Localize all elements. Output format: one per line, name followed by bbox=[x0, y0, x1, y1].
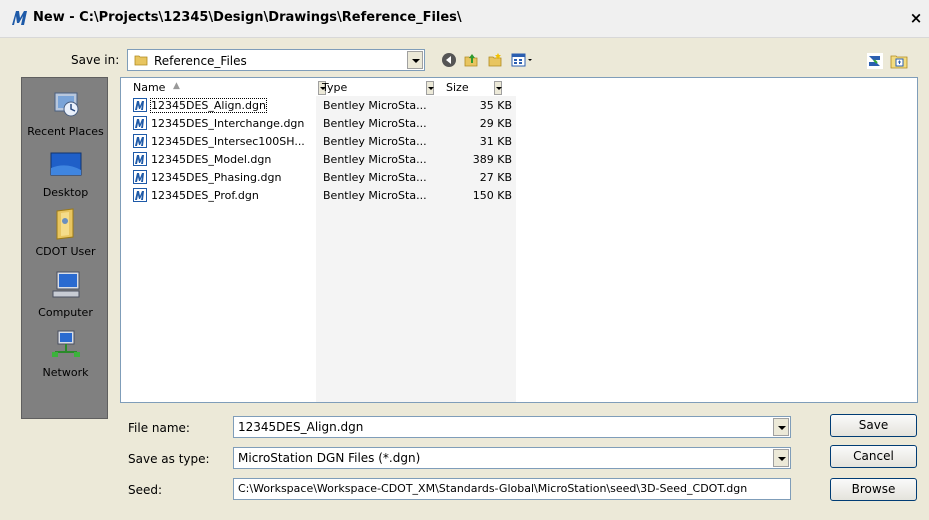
back-icon[interactable] bbox=[441, 52, 457, 68]
file-name: 12345DES_Phasing.dgn bbox=[151, 171, 282, 184]
computer-icon bbox=[52, 271, 79, 298]
file-name-value: 12345DES_Align.dgn bbox=[238, 420, 364, 434]
save-as-type-value: MicroStation DGN Files (*.dgn) bbox=[238, 451, 421, 465]
close-button[interactable]: × bbox=[907, 8, 925, 28]
desktop-icon bbox=[50, 152, 81, 176]
folder-icon bbox=[134, 55, 148, 66]
save-dialog: Save in: Reference_Files Recent Places D… bbox=[0, 38, 929, 520]
microstation-file-icon bbox=[133, 98, 147, 112]
place-label: Network bbox=[42, 366, 89, 379]
file-name: 12345DES_Intersec100SH... bbox=[151, 135, 305, 148]
file-type: Bentley MicroSta... bbox=[323, 153, 427, 166]
save-in-value: Reference_Files bbox=[154, 54, 247, 68]
file-name-input[interactable]: 12345DES_Align.dgn bbox=[233, 416, 791, 438]
place-label: Desktop bbox=[42, 186, 89, 199]
file-name: 12345DES_Prof.dgn bbox=[151, 189, 259, 202]
sort-ascending-icon: ▲ bbox=[173, 81, 180, 91]
new-folder-icon[interactable] bbox=[487, 52, 503, 68]
network-icon bbox=[51, 330, 80, 357]
place-label: Computer bbox=[38, 306, 93, 319]
save-in-label: Save in: bbox=[71, 53, 120, 67]
chevron-down-icon[interactable] bbox=[407, 51, 423, 69]
places-bar: Recent Places Desktop CDOT User Computer… bbox=[21, 77, 108, 419]
save-as-type-dropdown[interactable]: MicroStation DGN Files (*.dgn) bbox=[233, 447, 791, 469]
place-desktop[interactable]: Desktop bbox=[22, 148, 109, 199]
file-name: 12345DES_Interchange.dgn bbox=[151, 117, 305, 130]
seed-input[interactable]: C:\Workspace\Workspace-CDOT_XM\Standards… bbox=[233, 478, 791, 500]
file-name: 12345DES_Align.dgn bbox=[150, 98, 267, 113]
seed-value: C:\Workspace\Workspace-CDOT_XM\Standards… bbox=[238, 482, 748, 495]
save-as-type-label: Save as type: bbox=[128, 452, 210, 466]
save-in-dropdown[interactable]: Reference_Files bbox=[127, 49, 425, 71]
recent-places-icon bbox=[54, 92, 78, 117]
title-bar: New - C:\Projects\12345\Design\Drawings\… bbox=[0, 0, 929, 38]
up-folder-icon[interactable] bbox=[463, 52, 479, 68]
window-title: New - C:\Projects\12345\Design\Drawings\… bbox=[33, 10, 462, 25]
file-list[interactable]: Name ▲ Type Size 12345DES_Align.dgn Bentl… bbox=[120, 77, 918, 403]
browse-button[interactable]: Browse bbox=[830, 478, 917, 501]
file-name-label: File name: bbox=[128, 421, 190, 435]
file-type: Bentley MicroSta... bbox=[323, 189, 427, 202]
file-size: 389 KB bbox=[472, 153, 512, 166]
place-label: Recent Places bbox=[27, 125, 104, 138]
microstation-file-icon bbox=[133, 188, 147, 202]
file-size: 27 KB bbox=[479, 171, 512, 184]
cancel-button[interactable]: Cancel bbox=[830, 445, 917, 468]
seed-label: Seed: bbox=[128, 483, 163, 497]
column-header-type[interactable]: Type bbox=[322, 81, 434, 97]
file-size: 31 KB bbox=[479, 135, 512, 148]
microstation-file-icon bbox=[133, 116, 147, 130]
file-type: Bentley MicroSta... bbox=[323, 135, 427, 148]
file-size: 35 KB bbox=[479, 99, 512, 112]
microstation-file-icon bbox=[133, 134, 147, 148]
file-type: Bentley MicroSta... bbox=[323, 99, 427, 112]
place-recent-places[interactable]: Recent Places bbox=[22, 87, 109, 138]
microstation-file-icon bbox=[133, 170, 147, 184]
file-size: 150 KB bbox=[472, 189, 512, 202]
file-size: 29 KB bbox=[479, 117, 512, 130]
user-folder-icon bbox=[56, 208, 73, 240]
place-network[interactable]: Network bbox=[22, 328, 109, 379]
save-button[interactable]: Save bbox=[830, 414, 917, 437]
microstation-logo-icon bbox=[12, 11, 27, 25]
microstation-file-icon bbox=[133, 152, 147, 166]
column-filter-button[interactable] bbox=[426, 81, 434, 95]
select-folder-icon[interactable] bbox=[890, 52, 908, 70]
views-menu-icon[interactable] bbox=[511, 52, 535, 68]
column-filter-button[interactable] bbox=[494, 81, 502, 95]
column-header-size[interactable]: Size bbox=[446, 81, 526, 97]
place-label: CDOT User bbox=[35, 245, 96, 258]
file-type: Bentley MicroSta... bbox=[323, 171, 427, 184]
column-header-name[interactable]: Name ▲ bbox=[133, 81, 326, 97]
place-cdot-user[interactable]: CDOT User bbox=[22, 207, 109, 258]
chevron-down-icon[interactable] bbox=[773, 418, 789, 436]
file-name: 12345DES_Model.dgn bbox=[151, 153, 272, 166]
chevron-down-icon[interactable] bbox=[773, 449, 789, 467]
place-computer[interactable]: Computer bbox=[22, 268, 109, 319]
refresh-icon[interactable] bbox=[866, 52, 884, 70]
file-type: Bentley MicroSta... bbox=[323, 117, 427, 130]
